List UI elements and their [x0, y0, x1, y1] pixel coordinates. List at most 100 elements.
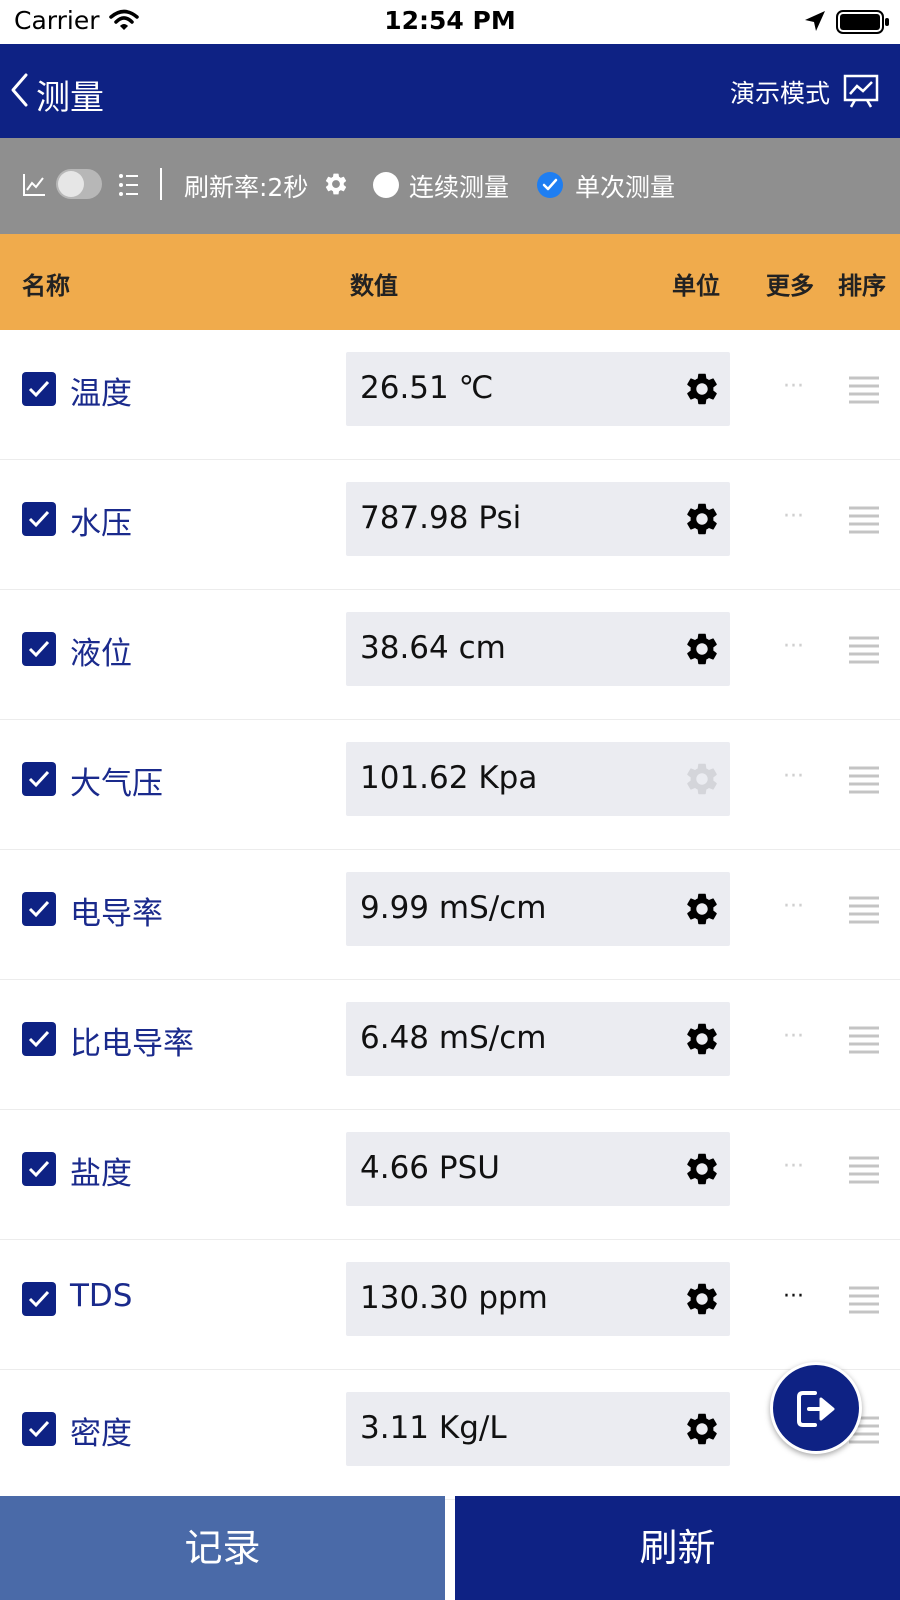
row-checkbox[interactable] [22, 1282, 56, 1316]
column-header-unit: 单位 [672, 272, 720, 300]
continuous-measure-label[interactable]: 连续测量 [409, 168, 509, 204]
measurement-list: 温度 26.51 ℃ ··· 水压 787.98 Psi ··· 液位 38.6… [0, 330, 900, 1500]
column-header-name: 名称 [22, 272, 70, 300]
line-chart-icon[interactable] [22, 173, 46, 201]
more-options-icon[interactable]: ··· [783, 764, 804, 789]
parameter-value: 38.64 cm [360, 630, 506, 666]
unit-settings-gear-icon[interactable] [683, 370, 721, 412]
view-toggle-switch[interactable] [56, 169, 102, 199]
parameter-name: TDS [70, 1278, 133, 1314]
table-row: 电导率 9.99 mS/cm ··· [0, 850, 900, 980]
continuous-measure-radio[interactable] [373, 172, 399, 198]
table-row: 密度 3.11 Kg/L ··· [0, 1370, 900, 1500]
value-field: 787.98 Psi [346, 482, 730, 556]
unit-settings-gear-icon[interactable] [683, 1020, 721, 1062]
toolbar-divider [160, 168, 162, 200]
single-measure-label[interactable]: 单次测量 [575, 168, 675, 204]
measurement-toolbar: 刷新率:2秒 连续测量 单次测量 [0, 138, 900, 234]
value-field: 9.99 mS/cm [346, 872, 730, 946]
drag-handle-icon[interactable] [848, 1026, 880, 1058]
more-options-icon[interactable]: ··· [783, 634, 804, 659]
refresh-button[interactable]: 刷新 [455, 1496, 900, 1600]
table-row: TDS 130.30 ppm ··· [0, 1240, 900, 1370]
drag-handle-icon[interactable] [848, 766, 880, 798]
parameter-name: 水压 [70, 506, 132, 542]
more-options-icon[interactable]: ··· [783, 1284, 804, 1309]
table-row: 盐度 4.66 PSU ··· [0, 1110, 900, 1240]
presentation-chart-icon[interactable] [843, 74, 879, 112]
table-row: 大气压 101.62 Kpa ··· [0, 720, 900, 850]
row-checkbox[interactable] [22, 1412, 56, 1446]
parameter-value: 101.62 Kpa [360, 760, 538, 796]
refresh-rate-label: 刷新率:2秒 [184, 173, 309, 202]
row-checkbox[interactable] [22, 1022, 56, 1056]
row-checkbox[interactable] [22, 372, 56, 406]
table-row: 比电导率 6.48 mS/cm ··· [0, 980, 900, 1110]
parameter-value: 787.98 Psi [360, 500, 522, 536]
clock: 12:54 PM [384, 6, 516, 35]
refresh-rate-settings-icon[interactable] [323, 171, 349, 201]
column-header-sort: 排序 [838, 272, 886, 300]
toggle-knob [58, 171, 84, 197]
parameter-name: 大气压 [70, 766, 163, 802]
drag-handle-icon[interactable] [848, 896, 880, 928]
row-checkbox[interactable] [22, 502, 56, 536]
exit-fab-button[interactable] [770, 1362, 862, 1454]
record-button[interactable]: 记录 [0, 1496, 445, 1600]
value-field: 101.62 Kpa [346, 742, 730, 816]
unit-settings-gear-icon[interactable] [683, 890, 721, 932]
parameter-value: 9.99 mS/cm [360, 890, 547, 926]
parameter-name: 温度 [70, 376, 132, 412]
unit-settings-gear-icon-disabled [683, 760, 721, 802]
parameter-value: 4.66 PSU [360, 1150, 500, 1186]
value-field: 3.11 Kg/L [346, 1392, 730, 1466]
more-options-icon[interactable]: ··· [783, 374, 804, 399]
parameter-name: 液位 [70, 636, 132, 672]
parameter-name: 比电导率 [70, 1026, 194, 1062]
row-checkbox[interactable] [22, 1152, 56, 1186]
column-header-more: 更多 [766, 272, 814, 300]
bottom-action-bar: 记录 刷新 [0, 1496, 900, 1600]
battery-icon [836, 10, 890, 38]
logout-icon [797, 1391, 835, 1427]
list-view-icon[interactable] [118, 172, 140, 202]
drag-handle-icon[interactable] [848, 376, 880, 408]
drag-handle-icon[interactable] [848, 1286, 880, 1318]
page-title: 测量 [36, 78, 104, 118]
drag-handle-icon[interactable] [848, 506, 880, 538]
parameter-name: 密度 [70, 1416, 132, 1452]
nav-bar: 测量 演示模式 [0, 44, 900, 138]
value-field: 4.66 PSU [346, 1132, 730, 1206]
parameter-value: 6.48 mS/cm [360, 1020, 547, 1056]
table-row: 液位 38.64 cm ··· [0, 590, 900, 720]
more-options-icon[interactable]: ··· [783, 894, 804, 919]
row-checkbox[interactable] [22, 762, 56, 796]
unit-settings-gear-icon[interactable] [683, 1410, 721, 1452]
more-options-icon[interactable]: ··· [783, 1154, 804, 1179]
single-measure-radio[interactable] [537, 172, 563, 198]
parameter-value: 26.51 ℃ [360, 370, 494, 406]
location-icon [804, 10, 826, 36]
parameter-name: 盐度 [70, 1156, 132, 1192]
drag-handle-icon[interactable] [848, 1156, 880, 1188]
unit-settings-gear-icon[interactable] [683, 1150, 721, 1192]
unit-settings-gear-icon[interactable] [683, 500, 721, 542]
row-checkbox[interactable] [22, 892, 56, 926]
unit-settings-gear-icon[interactable] [683, 1280, 721, 1322]
row-checkbox[interactable] [22, 632, 56, 666]
drag-handle-icon[interactable] [848, 636, 880, 668]
more-options-icon[interactable]: ··· [783, 1024, 804, 1049]
table-row: 温度 26.51 ℃ ··· [0, 330, 900, 460]
parameter-value: 130.30 ppm [360, 1280, 548, 1316]
demo-mode-button[interactable]: 演示模式 [730, 74, 830, 110]
table-header: 名称 数值 单位 更多 排序 [0, 234, 900, 330]
value-field: 6.48 mS/cm [346, 1002, 730, 1076]
status-bar: Carrier 12:54 PM [0, 0, 900, 44]
value-field: 38.64 cm [346, 612, 730, 686]
more-options-icon[interactable]: ··· [783, 504, 804, 529]
table-row: 水压 787.98 Psi ··· [0, 460, 900, 590]
back-icon[interactable] [8, 72, 34, 110]
column-header-value: 数值 [350, 272, 398, 300]
parameter-value: 3.11 Kg/L [360, 1410, 507, 1446]
unit-settings-gear-icon[interactable] [683, 630, 721, 672]
